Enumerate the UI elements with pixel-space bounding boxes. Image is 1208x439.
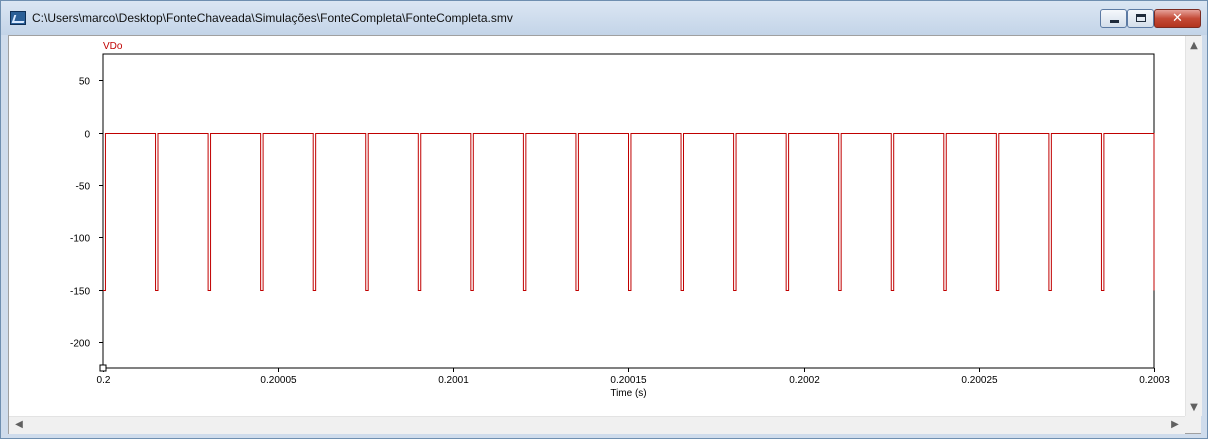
x-tick-label: 0.20015 xyxy=(610,375,647,386)
title-bar[interactable]: C:\Users\marco\Desktop\FonteChaveada\Sim… xyxy=(1,1,1207,35)
y-tick-label: -50 xyxy=(76,182,91,193)
x-tick-label: 0.20025 xyxy=(961,375,998,386)
x-tick-label: 0.2001 xyxy=(438,375,469,386)
y-tick-label: -150 xyxy=(70,287,90,298)
x-tick-label: 0.2 xyxy=(97,375,111,386)
minimize-icon xyxy=(1110,20,1119,23)
chevron-down-icon[interactable]: ▼ xyxy=(1186,400,1202,416)
minimize-button[interactable] xyxy=(1100,9,1127,28)
series-name-vdo: VDo xyxy=(103,41,123,52)
close-button[interactable]: ✕ xyxy=(1154,9,1201,28)
x-tick-label: 0.2003 xyxy=(1139,375,1170,386)
y-tick-label: -100 xyxy=(70,234,90,245)
x-tick-label: 0.20005 xyxy=(260,375,297,386)
series-line-vdo xyxy=(103,133,1155,291)
plot-area: 50 0 -50 -100 -150 -200 0.2 0.20005 0.2001 0.2001… xyxy=(8,35,1202,434)
scrollbar-corner xyxy=(1185,416,1201,433)
y-tick-label: 0 xyxy=(84,130,90,141)
origin-marker xyxy=(99,364,107,372)
x-axis-label: Time (s) xyxy=(610,388,646,399)
maximize-icon xyxy=(1136,14,1146,22)
waveform-viewer-icon[interactable] xyxy=(10,11,26,25)
x-tick-label: 0.2002 xyxy=(789,375,820,386)
y-tick-label: 50 xyxy=(79,77,91,88)
horizontal-scrollbar[interactable]: ◀ ▶ xyxy=(9,416,1185,434)
waveform-chart[interactable]: 50 0 -50 -100 -150 -200 0.2 0.20005 0.2001 0.2001… xyxy=(9,36,1185,416)
chevron-up-icon[interactable]: ▲ xyxy=(1186,38,1202,54)
simview-window: C:\Users\marco\Desktop\FonteChaveada\Sim… xyxy=(0,0,1208,439)
window-title: C:\Users\marco\Desktop\FonteChaveada\Sim… xyxy=(32,11,513,25)
maximize-button[interactable] xyxy=(1127,9,1154,28)
close-icon: ✕ xyxy=(1172,11,1183,26)
chevron-right-icon[interactable]: ▶ xyxy=(1167,417,1183,433)
chevron-left-icon[interactable]: ◀ xyxy=(11,417,27,433)
vertical-scrollbar[interactable]: ▲ ▼ xyxy=(1185,36,1202,416)
y-tick-label: -200 xyxy=(70,339,90,350)
